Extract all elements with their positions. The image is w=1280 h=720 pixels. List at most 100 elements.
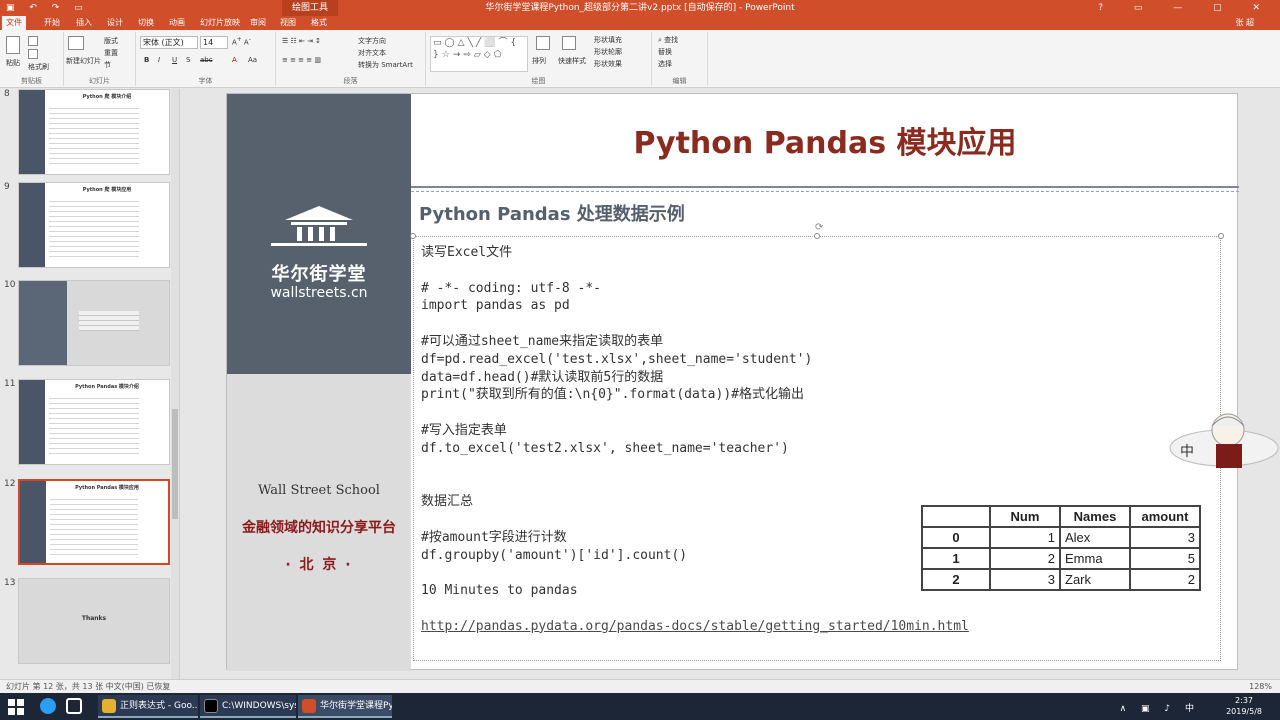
paste-icon	[6, 36, 20, 54]
reset-button[interactable]: 重置	[104, 48, 118, 58]
align-text-button[interactable]: 对齐文本	[358, 48, 386, 58]
taskbar-chrome[interactable]: 正则表达式 - Goo...	[98, 695, 198, 718]
quick-styles-button[interactable]	[562, 36, 578, 50]
bold-button[interactable]: B	[144, 56, 149, 64]
system-tray-icons[interactable]: ∧ ▣ ♪ 中	[1120, 701, 1200, 714]
tab-home[interactable]: 开始	[40, 16, 64, 30]
slide-thumbnail-12[interactable]: Python Pandas 模块应用	[18, 479, 170, 565]
table-row: 1 2 Emma 5	[921, 547, 1201, 570]
table-header-row: Num Names amount	[921, 505, 1201, 528]
find-button[interactable]: ⌕ 查找	[658, 35, 678, 45]
bullets-button[interactable]: ☰ ☷ ⇤ ⇥ ↕	[282, 37, 321, 45]
copy-button[interactable]	[28, 49, 40, 59]
thumbnail-text-lines	[50, 495, 138, 555]
strikethrough-button[interactable]: abc	[200, 56, 213, 64]
slide-thumbnail-9[interactable]: Python 爬 模块应用	[18, 182, 170, 268]
tab-format[interactable]: 格式	[307, 16, 331, 30]
new-slide-label[interactable]: 新建幻灯片	[66, 56, 101, 66]
resize-handle[interactable]	[410, 233, 416, 239]
slide-thumbnail-10[interactable]	[18, 280, 170, 366]
shapes-gallery[interactable]: ▭◯△╲╱⬜⌒{ }☆→⇨▱◇⬠	[430, 36, 528, 72]
paste-button[interactable]	[6, 36, 22, 54]
quick-access-toolbar[interactable]: ▣ ↶ ↷ ▭	[6, 0, 89, 16]
slide-thumbnail-8[interactable]: Python 爬 模块介绍	[18, 89, 170, 175]
editing-group: ⌕ 查找 替换 选择 编辑	[652, 32, 708, 86]
status-slide-info: 幻灯片 第 12 张，共 13 张 中文(中国) 已恢复	[6, 682, 171, 691]
grow-font-button[interactable]: A+ A-	[232, 37, 251, 46]
text-direction-button[interactable]: 文字方向	[358, 36, 386, 46]
arrange-button[interactable]	[536, 36, 552, 50]
search-icon: ⌕	[658, 36, 662, 44]
slide[interactable]: 华尔街学堂 wallstreets.cn Wall Street School …	[226, 93, 1239, 671]
replace-button[interactable]: 替换	[658, 47, 672, 57]
italic-button[interactable]: I	[158, 56, 160, 64]
code-line: import pandas as pd	[421, 298, 570, 314]
code-block[interactable]: 读写Excel文件 # -*- coding: utf-8 -*- import …	[421, 244, 981, 636]
windows-start-icon[interactable]	[6, 697, 26, 716]
taskbar-item-label: 正则表达式 - Goo...	[120, 701, 198, 711]
tab-file[interactable]: 文件	[2, 16, 26, 30]
new-slide-button[interactable]	[68, 36, 86, 50]
tab-review[interactable]: 审阅	[246, 16, 270, 30]
rotate-handle-icon[interactable]: ⟳	[815, 222, 823, 233]
thumbnail-scrollbar[interactable]	[171, 89, 179, 679]
shape-effects-button[interactable]: 形状效果	[594, 59, 622, 69]
shadow-button[interactable]: S	[186, 56, 190, 64]
taskbar-clock[interactable]: 2:37 2019/5/8	[1226, 695, 1262, 717]
taskbar-item-label: C:\WINDOWS\sys...	[222, 701, 296, 711]
slide-thumbnail-11[interactable]: Python Pandas 模块介绍	[18, 379, 170, 465]
clipboard-group: 粘贴 格式刷 剪贴板	[0, 32, 64, 86]
shape-outline-button[interactable]: 形状轮廓	[594, 47, 622, 57]
underline-button[interactable]: U	[172, 56, 177, 64]
account-name[interactable]: 张 超	[1235, 16, 1254, 30]
section-button[interactable]: 节	[104, 60, 111, 70]
code-line: df.to_excel('test2.xlsx', sheet_name='te…	[421, 440, 789, 456]
change-case-button[interactable]: Aa	[248, 56, 257, 64]
tab-insert[interactable]: 插入	[72, 16, 96, 30]
select-button[interactable]: 选择	[658, 59, 672, 69]
tab-design[interactable]: 设计	[103, 16, 127, 30]
tab-transitions[interactable]: 切换	[134, 16, 158, 30]
cortana-icon[interactable]	[40, 698, 56, 714]
title-divider-dashed	[411, 191, 1239, 192]
paragraph-group: ☰ ☷ ⇤ ⇥ ↕ ≡ ≡ ≡ ≡ ▥ 文字方向 对齐文本 转换为 SmartA…	[276, 32, 426, 86]
scrollbar-thumb[interactable]	[172, 409, 178, 519]
align-buttons[interactable]: ≡ ≡ ≡ ≡ ▥	[282, 56, 321, 64]
quick-styles-label[interactable]: 快速样式	[558, 56, 586, 66]
zoom-level[interactable]: 128%	[1249, 680, 1272, 693]
window-controls[interactable]: ? ▭ — ▢ ✕	[1098, 0, 1274, 16]
smartart-button[interactable]: 转换为 SmartArt	[358, 60, 413, 70]
resize-handle[interactable]	[814, 233, 820, 239]
font-size-select[interactable]: 14	[200, 36, 228, 49]
table-cell-name: Zark	[1059, 568, 1131, 591]
font-name-select[interactable]: 宋体 (正文)	[140, 36, 198, 49]
tab-view[interactable]: 视图	[276, 16, 300, 30]
layout-button[interactable]: 版式	[104, 36, 118, 46]
font-color-button[interactable]: A	[232, 56, 237, 64]
table-cell-num: 2	[989, 547, 1061, 570]
slide-title[interactable]: Python Pandas 模块应用	[411, 118, 1239, 162]
tab-animations[interactable]: 动画	[165, 16, 189, 30]
resize-handle[interactable]	[1218, 233, 1224, 239]
slide-subtitle[interactable]: Python Pandas 处理数据示例	[419, 200, 685, 226]
taskbar-cmd[interactable]: C:\WINDOWS\sys...	[200, 695, 296, 718]
taskbar-powerpoint[interactable]: 华尔街学堂课程Pyt...	[298, 695, 392, 718]
ribbon-tabs: 文件 开始 插入 设计 切换 动画 幻灯片放映 审阅 视图 格式 张 超	[0, 16, 1280, 30]
shape-fill-button[interactable]: 形状填充	[594, 35, 622, 45]
paste-label[interactable]: 粘贴	[6, 58, 20, 68]
task-view-icon[interactable]	[66, 698, 82, 714]
editing-group-label: 编辑	[672, 77, 687, 85]
terminal-icon	[204, 699, 218, 713]
title-divider	[411, 186, 1239, 188]
cut-button[interactable]	[28, 36, 40, 46]
tab-slideshow[interactable]: 幻灯片放映	[196, 16, 244, 30]
pandas-docs-link[interactable]: http://pandas.pydata.org/pandas-docs/sta…	[421, 618, 981, 636]
arrange-label[interactable]: 排列	[532, 56, 546, 66]
slide-thumbnail-13[interactable]: Thanks	[18, 578, 170, 664]
format-painter-button[interactable]: 格式刷	[28, 62, 49, 72]
ime-avatar-widget-icon[interactable]: 中	[1168, 408, 1280, 478]
